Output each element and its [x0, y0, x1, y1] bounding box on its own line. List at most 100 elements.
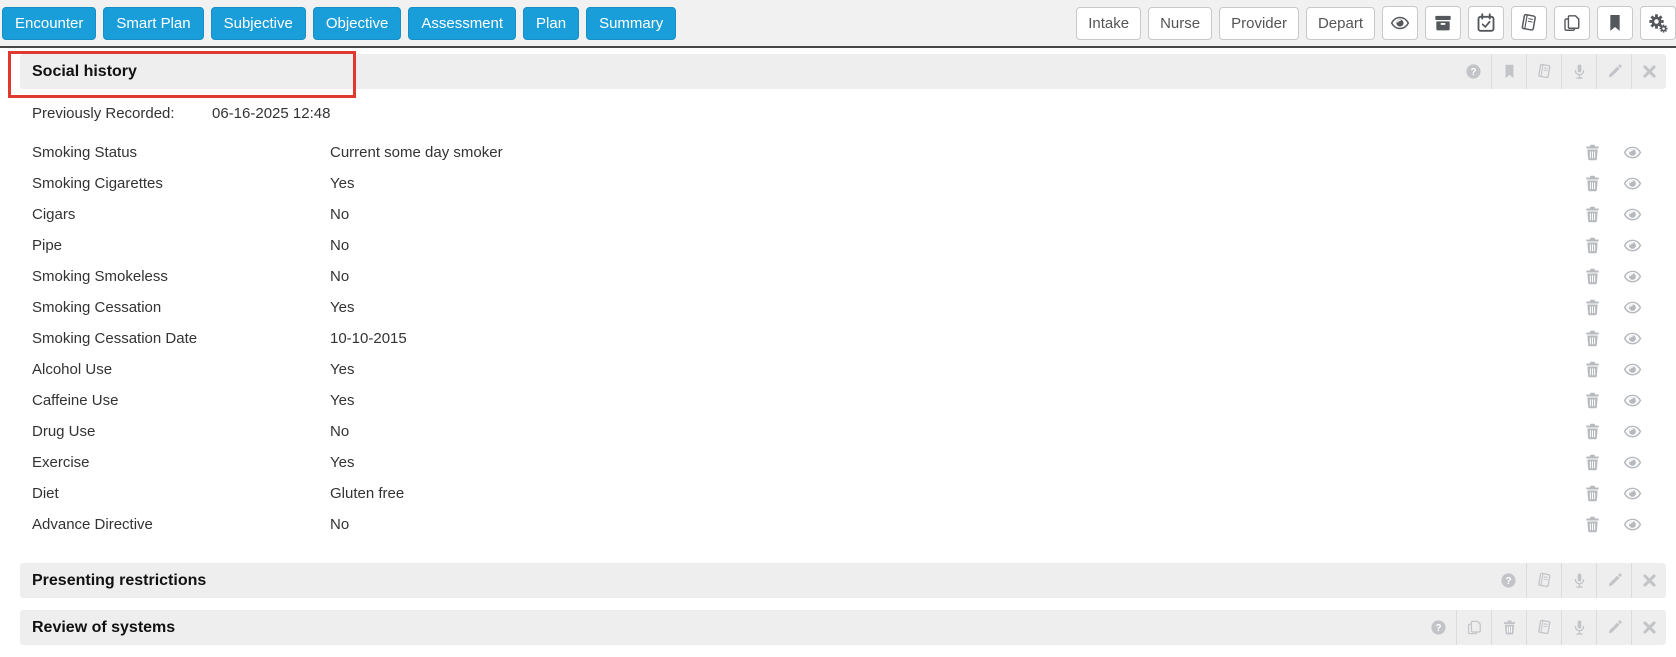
- row-trash-button[interactable]: [1583, 267, 1602, 286]
- toolbar-bookmark-button[interactable]: [1597, 6, 1633, 40]
- review-of-systems-close-button[interactable]: [1631, 610, 1666, 645]
- row-eye-button[interactable]: [1623, 422, 1642, 441]
- chart-nav-buttons: Encounter Smart Plan Subjective Objective As…: [2, 6, 677, 40]
- social-history-row: Alcohol Use Yes: [20, 354, 1666, 385]
- row-eye-button[interactable]: [1623, 174, 1642, 193]
- row-trash-button[interactable]: [1583, 360, 1602, 379]
- trash-icon: [1583, 298, 1602, 317]
- presenting-restrictions-close-button[interactable]: [1631, 563, 1666, 598]
- row-actions: [1583, 267, 1642, 286]
- social-history-rows: Smoking Status Current some day smoker Smo…: [20, 137, 1666, 540]
- row-trash-button[interactable]: [1583, 236, 1602, 255]
- social-history-row: Drug Use No: [20, 416, 1666, 447]
- social-history-title: Social history: [32, 62, 137, 80]
- row-trash-button[interactable]: [1583, 174, 1602, 193]
- row-value: 10-10-2015: [330, 330, 407, 347]
- stage-button-nurse[interactable]: Nurse: [1148, 6, 1213, 40]
- review-of-systems-book-button[interactable]: [1526, 610, 1561, 645]
- review-of-systems-mic-button[interactable]: [1561, 610, 1596, 645]
- eye-icon: [1623, 329, 1642, 348]
- social-history-help-button[interactable]: [1456, 54, 1491, 89]
- review-of-systems-section-bar[interactable]: Review of systems: [20, 610, 1666, 645]
- row-eye-button[interactable]: [1623, 236, 1642, 255]
- stage-button-depart[interactable]: Depart: [1305, 6, 1375, 40]
- toolbar-book-button[interactable]: [1511, 6, 1547, 40]
- book-icon: [1536, 63, 1553, 80]
- help-icon: [1465, 63, 1482, 80]
- row-label: Drug Use: [32, 423, 96, 440]
- row-eye-button[interactable]: [1623, 267, 1642, 286]
- row-label: Diet: [32, 485, 59, 502]
- stage-button-intake[interactable]: Intake: [1076, 6, 1142, 40]
- toolbar-archive-button[interactable]: [1425, 6, 1461, 40]
- eye-icon: [1623, 453, 1642, 472]
- row-trash-button[interactable]: [1583, 298, 1602, 317]
- trash-icon: [1583, 515, 1602, 534]
- row-value: No: [330, 237, 350, 254]
- nav-button-smart-plan[interactable]: Smart Plan: [103, 6, 204, 40]
- eye-icon: [1623, 422, 1642, 441]
- review-of-systems-pencil-button[interactable]: [1596, 610, 1631, 645]
- social-history-row: Caffeine Use Yes: [20, 385, 1666, 416]
- social-history-bookmark-button[interactable]: [1491, 54, 1526, 89]
- row-eye-button[interactable]: [1623, 515, 1642, 534]
- trash-icon: [1501, 619, 1518, 636]
- stage-button-provider[interactable]: Provider: [1219, 6, 1299, 40]
- review-of-systems-help-button[interactable]: [1421, 610, 1456, 645]
- presenting-restrictions-pencil-button[interactable]: [1596, 563, 1631, 598]
- review-of-systems-copy-button[interactable]: [1456, 610, 1491, 645]
- row-trash-button[interactable]: [1583, 453, 1602, 472]
- social-history-section-bar[interactable]: Social history: [20, 54, 1666, 89]
- top-toolbar: Encounter Smart Plan Subjective Objective As…: [0, 0, 1676, 48]
- row-trash-button[interactable]: [1583, 391, 1602, 410]
- presenting-restrictions-mic-button[interactable]: [1561, 563, 1596, 598]
- social-history-close-button[interactable]: [1631, 54, 1666, 89]
- presenting-restrictions-help-button[interactable]: [1491, 563, 1526, 598]
- trash-icon: [1583, 329, 1602, 348]
- social-history-mic-button[interactable]: [1561, 54, 1596, 89]
- trash-icon: [1583, 267, 1602, 286]
- review-of-systems-trash-button[interactable]: [1491, 610, 1526, 645]
- trash-icon: [1583, 236, 1602, 255]
- presenting-restrictions-book-button[interactable]: [1526, 563, 1561, 598]
- nav-button-subjective[interactable]: Subjective: [210, 6, 306, 40]
- nav-button-assessment[interactable]: Assessment: [408, 6, 517, 40]
- bookmark-icon: [1501, 63, 1518, 80]
- help-icon: [1500, 572, 1517, 589]
- row-eye-button[interactable]: [1623, 205, 1642, 224]
- nav-button-plan[interactable]: Plan: [523, 6, 580, 40]
- row-trash-button[interactable]: [1583, 143, 1602, 162]
- row-trash-button[interactable]: [1583, 205, 1602, 224]
- eye-icon: [1623, 360, 1642, 379]
- row-trash-button[interactable]: [1583, 484, 1602, 503]
- eye-icon: [1390, 13, 1410, 33]
- row-eye-button[interactable]: [1623, 360, 1642, 379]
- toolbar-copy-button[interactable]: [1554, 6, 1590, 40]
- eye-icon: [1623, 267, 1642, 286]
- row-trash-button[interactable]: [1583, 329, 1602, 348]
- row-eye-button[interactable]: [1623, 329, 1642, 348]
- nav-button-summary[interactable]: Summary: [586, 6, 677, 40]
- mic-icon: [1571, 63, 1588, 80]
- presenting-restrictions-section-bar[interactable]: Presenting restrictions: [20, 563, 1666, 598]
- social-history-pencil-button[interactable]: [1596, 54, 1631, 89]
- row-value: Yes: [330, 175, 355, 192]
- row-eye-button[interactable]: [1623, 391, 1642, 410]
- social-history-book-button[interactable]: [1526, 54, 1561, 89]
- row-eye-button[interactable]: [1623, 143, 1642, 162]
- eye-icon: [1623, 174, 1642, 193]
- row-value: No: [330, 268, 350, 285]
- row-trash-button[interactable]: [1583, 422, 1602, 441]
- toolbar-calendar-check-button[interactable]: [1468, 6, 1504, 40]
- row-actions: [1583, 143, 1642, 162]
- copy-icon: [1562, 13, 1582, 33]
- row-eye-button[interactable]: [1623, 298, 1642, 317]
- toolbar-eye-button[interactable]: [1382, 6, 1418, 40]
- review-of-systems-section-icons: [1421, 610, 1666, 645]
- nav-button-objective[interactable]: Objective: [312, 6, 402, 40]
- toolbar-gears-button[interactable]: [1640, 6, 1676, 40]
- row-eye-button[interactable]: [1623, 484, 1642, 503]
- nav-button-encounter[interactable]: Encounter: [2, 6, 97, 40]
- row-eye-button[interactable]: [1623, 453, 1642, 472]
- row-trash-button[interactable]: [1583, 515, 1602, 534]
